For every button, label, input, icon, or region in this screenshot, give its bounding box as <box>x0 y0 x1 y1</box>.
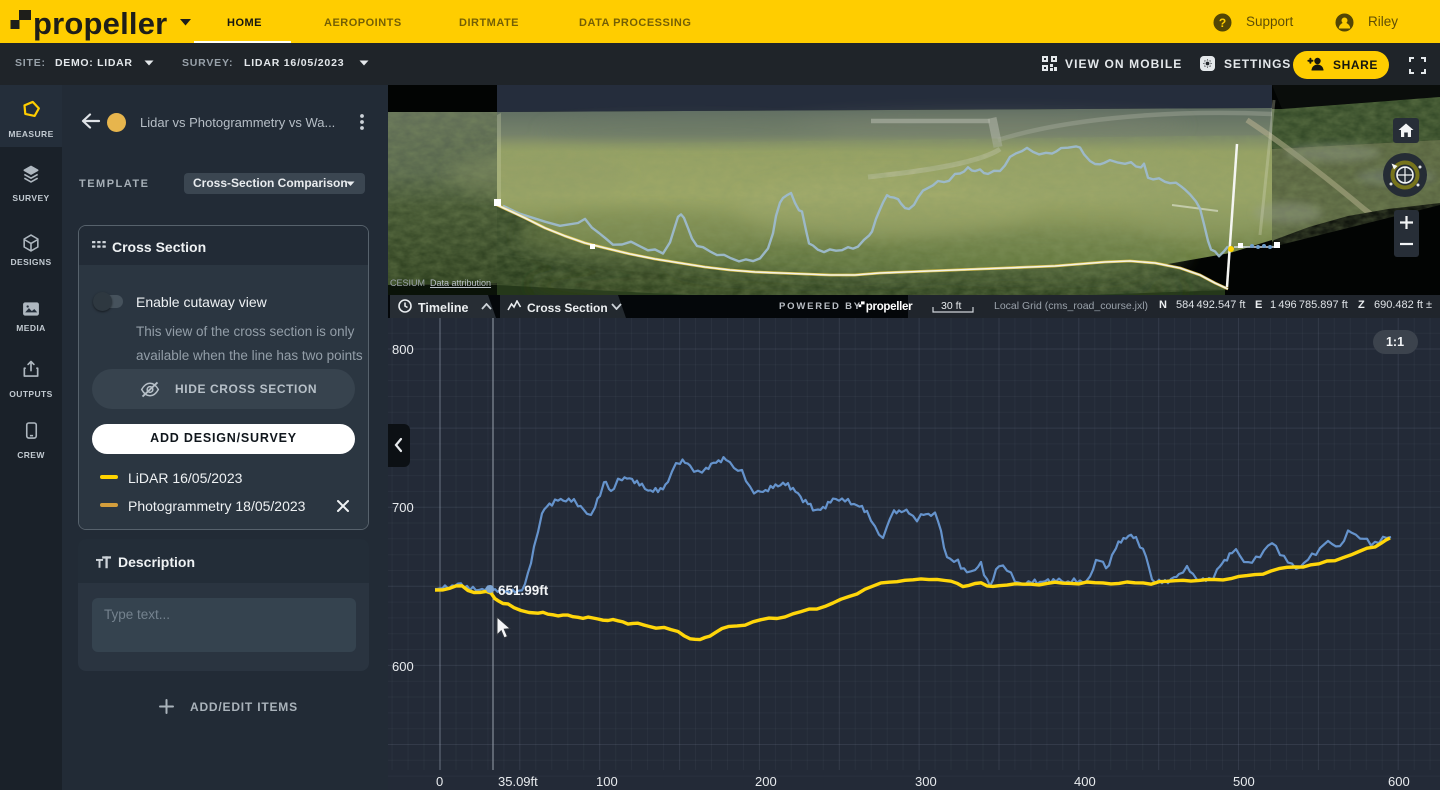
svg-text:35.09ft: 35.09ft <box>498 774 538 789</box>
svg-text:200: 200 <box>755 774 777 789</box>
svg-text:651.99ft: 651.99ft <box>498 583 549 598</box>
svg-text:600: 600 <box>392 659 414 674</box>
svg-text:300: 300 <box>915 774 937 789</box>
svg-text:propeller: propeller <box>866 301 913 313</box>
svg-text:600: 600 <box>1388 774 1410 789</box>
svg-text:500: 500 <box>1233 774 1255 789</box>
svg-text:100: 100 <box>596 774 618 789</box>
svg-text:?: ? <box>1219 16 1226 30</box>
svg-text:800: 800 <box>392 342 414 357</box>
svg-text:0: 0 <box>436 774 443 789</box>
svg-text:1:1: 1:1 <box>1386 335 1404 349</box>
svg-text:700: 700 <box>392 500 414 515</box>
svg-text:400: 400 <box>1074 774 1096 789</box>
